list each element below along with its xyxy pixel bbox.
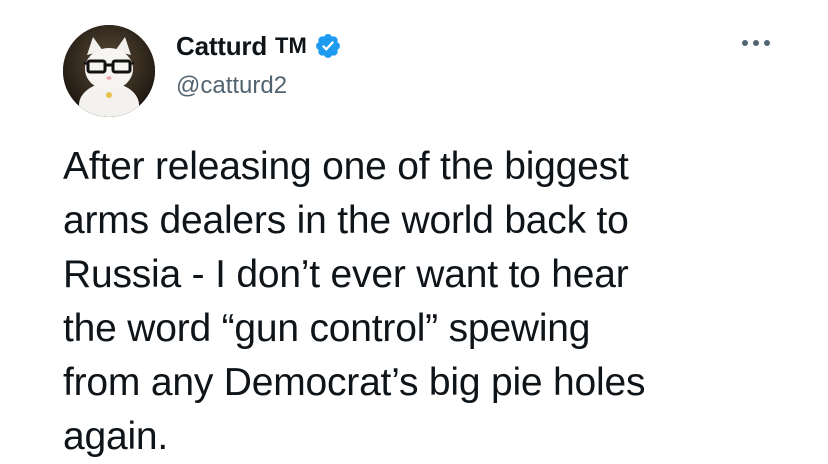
more-options-icon-dot [753, 40, 759, 46]
cat-avatar-icon [63, 25, 155, 117]
display-name[interactable]: Catturd [176, 31, 267, 62]
verified-badge-icon [315, 34, 340, 58]
trademark-badge: TM [275, 33, 307, 58]
more-options-icon-dot [764, 40, 770, 46]
tweet-text: After releasing one of the biggest arms … [63, 145, 646, 458]
more-options-button[interactable] [734, 31, 778, 55]
more-options-icon [742, 40, 748, 46]
avatar[interactable] [63, 25, 155, 117]
tweet-card: Catturd TM @catturd2 After releasing one… [0, 0, 828, 458]
user-handle[interactable]: @catturd2 [176, 72, 287, 100]
author-name-row: Catturd TM [176, 30, 342, 62]
